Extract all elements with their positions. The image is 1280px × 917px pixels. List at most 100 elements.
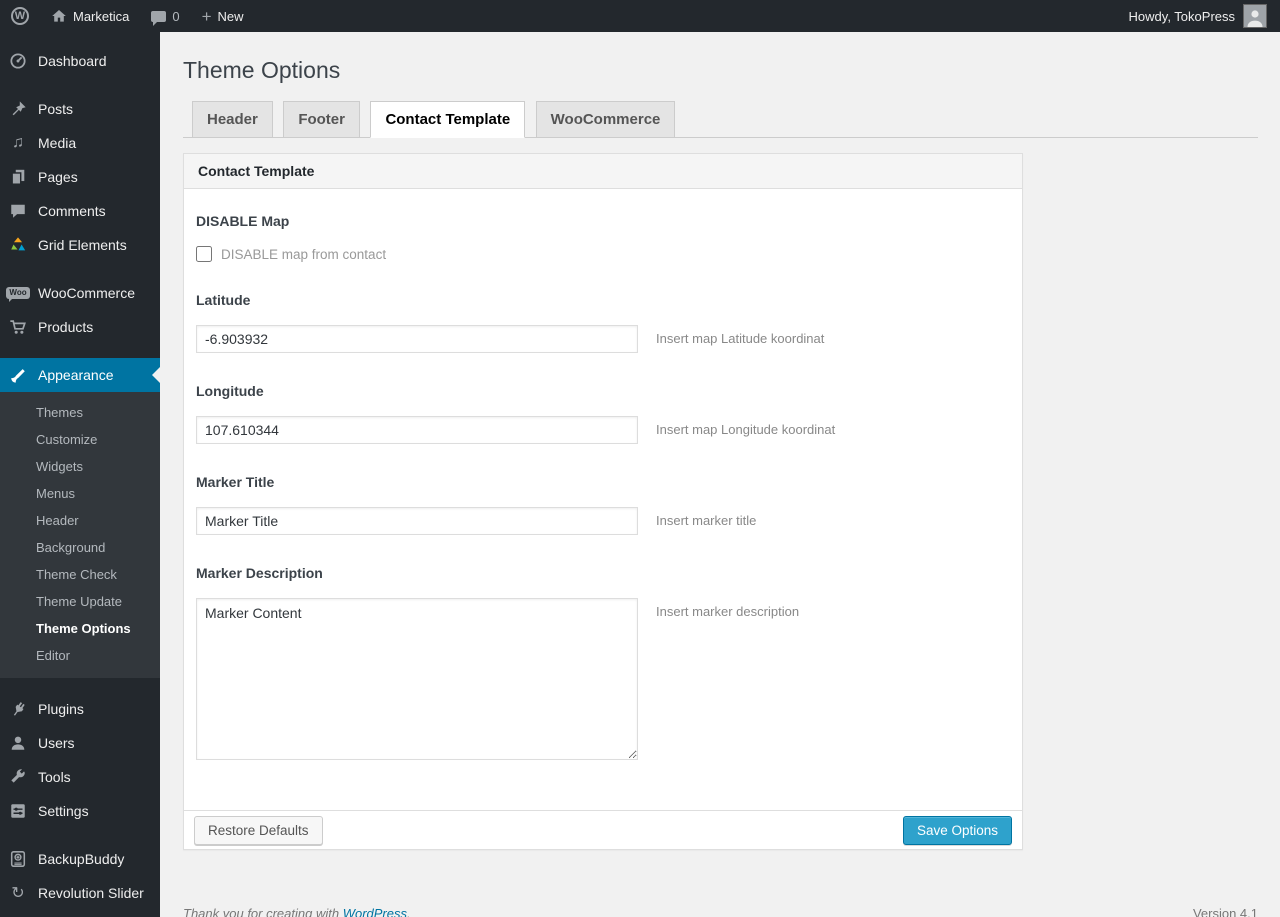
pages-icon [8,167,28,187]
restore-defaults-button[interactable]: Restore Defaults [194,815,323,845]
save-options-button[interactable]: Save Options [902,815,1012,845]
wordpress-link[interactable]: WordPress [343,906,407,917]
sidebar-label: Posts [38,101,74,117]
sidebar-label: Plugins [38,701,84,717]
tab-woocommerce[interactable]: WooCommerce [535,101,676,138]
sidebar-label: Tools [38,769,71,785]
submenu-menus[interactable]: Menus [0,480,160,507]
sidebar-label: Media [38,135,77,151]
pushpin-icon [8,99,28,119]
howdy-label[interactable]: Howdy, TokoPress [1129,9,1235,24]
sidebar-item-revolution-slider[interactable]: ↻ Revolution Slider [0,876,160,910]
submenu-editor[interactable]: Editor [0,642,160,669]
sidebar-label: Settings [38,803,89,819]
sidebar-item-punch-fonts[interactable]: A Punch Fonts [0,910,160,917]
backupbuddy-icon [8,849,28,869]
user-avatar[interactable] [1243,4,1267,28]
marker-description-hint: Insert marker description [656,604,800,619]
sidebar-item-backupbuddy[interactable]: BackupBuddy [0,842,160,876]
panel-actions: Restore Defaults Save Options [184,810,1022,849]
submenu-header[interactable]: Header [0,507,160,534]
admin-sidebar: Dashboard Posts ♫ Media Pages Comments G… [0,32,160,917]
admin-footer: Thank you for creating with WordPress. V… [183,906,1258,917]
footer-thanks: Thank you for creating with WordPress. [183,906,411,917]
site-name-label: Marketica [73,8,130,24]
dashboard-gauge-icon [8,51,28,71]
cart-icon [8,317,28,337]
site-name-link[interactable]: Marketica [40,0,140,32]
disable-map-checkbox[interactable] [196,246,212,262]
media-icon: ♫ [12,134,24,151]
sidebar-item-users[interactable]: Users [0,726,160,760]
disable-map-label: DISABLE Map [196,213,290,229]
marker-description-textarea[interactable]: Marker Content [196,598,638,760]
tab-footer[interactable]: Footer [283,101,360,138]
paintbrush-icon [8,365,28,385]
field-disable-map: DISABLE Map DISABLE map from contact [196,213,1010,262]
submenu-themes[interactable]: Themes [0,399,160,426]
sidebar-item-comments[interactable]: Comments [0,194,160,228]
sidebar-item-settings[interactable]: Settings [0,794,160,828]
sidebar-item-grid-elements[interactable]: Grid Elements [0,228,160,262]
sidebar-label: BackupBuddy [38,851,125,867]
sidebar-label: Comments [38,203,106,219]
sidebar-item-tools[interactable]: Tools [0,760,160,794]
longitude-label: Longitude [196,383,264,399]
sidebar-item-dashboard[interactable]: Dashboard [0,44,160,78]
submenu-theme-check[interactable]: Theme Check [0,561,160,588]
page-title: Theme Options [183,57,341,83]
new-content-menu[interactable]: + New [191,0,255,32]
comment-bubble-icon [151,10,167,26]
user-icon [8,733,28,753]
latitude-label: Latitude [196,292,251,308]
longitude-hint: Insert map Longitude koordinat [656,422,836,437]
appearance-submenu: Themes Customize Widgets Menus Header Ba… [0,392,160,678]
latitude-hint: Insert map Latitude koordinat [656,331,825,346]
field-marker-title: Marker Title Insert marker title [196,474,1010,535]
plug-icon [8,699,28,719]
tab-bar: Header Footer Contact Template WooCommer… [183,100,1258,138]
sidebar-item-plugins[interactable]: Plugins [0,692,160,726]
longitude-input[interactable] [196,416,638,444]
sidebar-label: Dashboard [38,53,107,69]
woocommerce-icon: Woo [6,283,30,303]
wordpress-logo-icon: W [11,7,29,25]
latitude-input[interactable] [196,325,638,353]
tab-contact-template[interactable]: Contact Template [370,101,526,138]
tab-header[interactable]: Header [192,101,273,138]
submenu-customize[interactable]: Customize [0,426,160,453]
sidebar-item-pages[interactable]: Pages [0,160,160,194]
sidebar-item-products[interactable]: Products [0,310,160,344]
sidebar-label: Users [38,735,75,751]
new-label: New [217,8,244,24]
sidebar-label: Revolution Slider [38,885,144,901]
field-marker-description: Marker Description Marker Content Insert… [196,565,1010,760]
panel-title: Contact Template [184,154,1022,189]
revolution-slider-icon: ↻ [11,885,25,902]
submenu-theme-update[interactable]: Theme Update [0,588,160,615]
submenu-theme-options[interactable]: Theme Options [0,615,160,642]
sidebar-item-appearance[interactable]: Appearance [0,358,160,392]
admin-bar: W Marketica 0 + New Howdy, TokoPress [0,0,1280,32]
sidebar-label: Pages [38,169,78,185]
marker-title-hint: Insert marker title [656,513,757,528]
wp-logo-menu[interactable]: W [0,0,40,32]
sidebar-label: WooCommerce [38,285,135,301]
submenu-background[interactable]: Background [0,534,160,561]
marker-title-input[interactable] [196,507,638,535]
footer-version: Version 4.1 [1192,906,1258,917]
sidebar-label: Grid Elements [38,237,127,253]
home-icon [51,8,67,24]
sidebar-item-media[interactable]: ♫ Media [0,126,160,160]
disable-map-checkbox-label[interactable]: DISABLE map from contact [221,247,386,262]
submenu-widgets[interactable]: Widgets [0,453,160,480]
plus-icon: + [201,6,212,26]
sidebar-label: Products [38,319,94,335]
wrench-icon [8,767,28,787]
field-longitude: Longitude Insert map Longitude koordinat [196,383,1010,444]
comment-count: 0 [172,8,180,24]
comments-indicator[interactable]: 0 [140,0,190,32]
comments-bubble-icon [8,201,28,221]
sidebar-item-posts[interactable]: Posts [0,92,160,126]
sidebar-item-woocommerce[interactable]: Woo WooCommerce [0,276,160,310]
